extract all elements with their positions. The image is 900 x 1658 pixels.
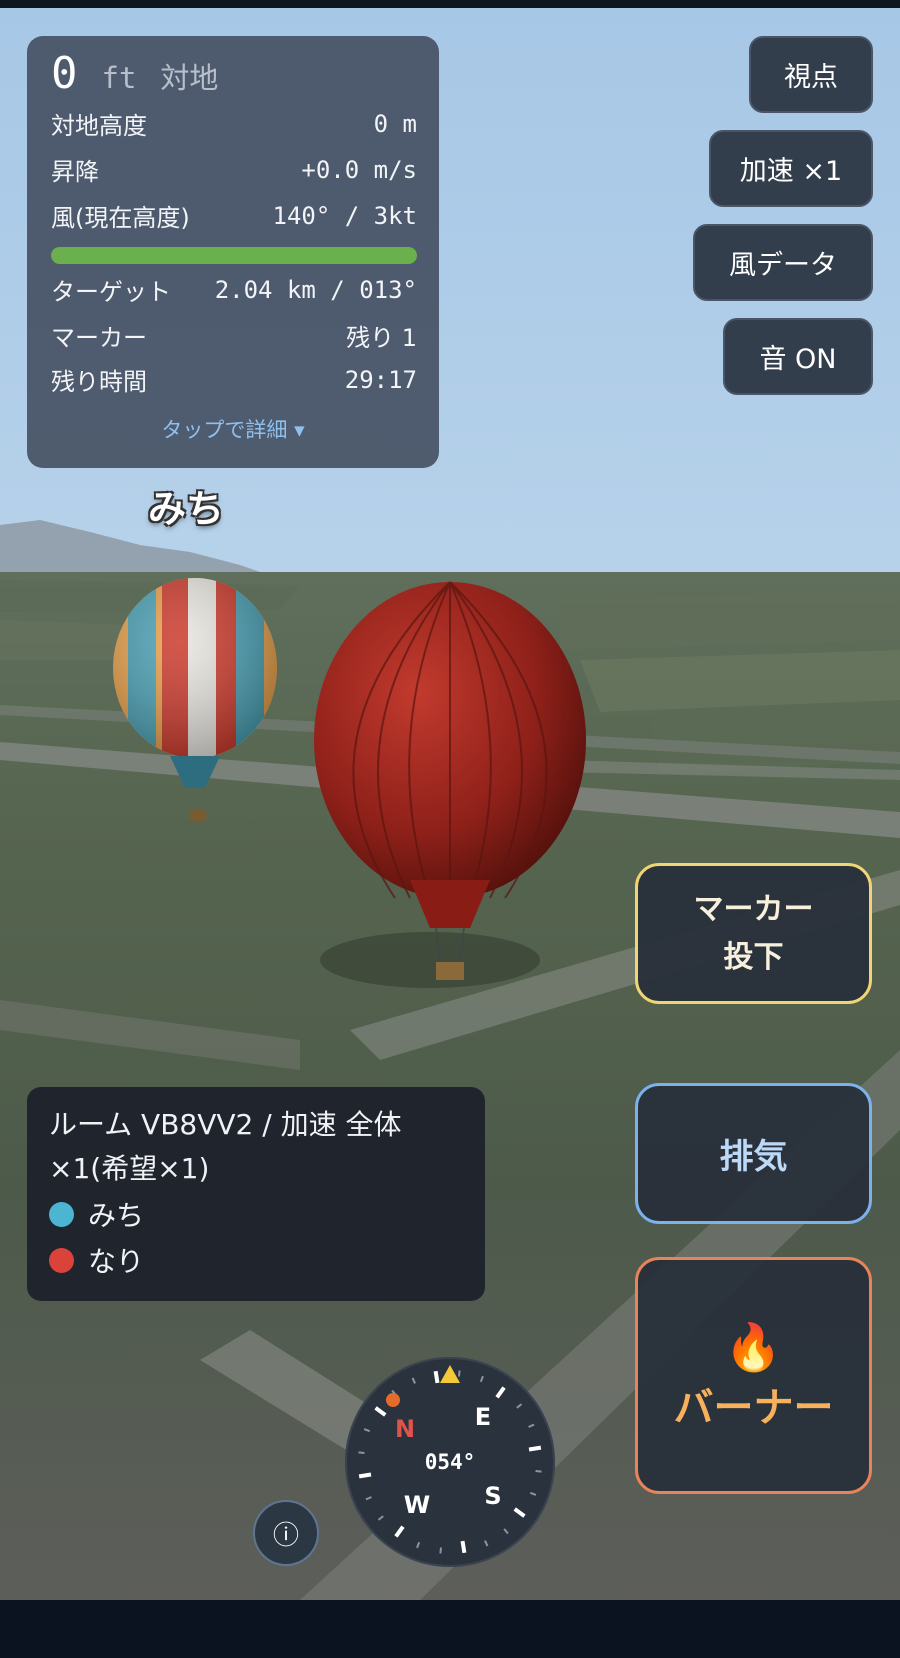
compass-tick bbox=[528, 1445, 542, 1452]
player-color-dot bbox=[49, 1247, 74, 1273]
altitude-value: 0 bbox=[51, 48, 78, 99]
balloon-shadow bbox=[320, 932, 540, 988]
marker-drop-label-1: マーカー bbox=[693, 891, 814, 927]
compass-w: W bbox=[404, 1491, 430, 1519]
time-value: 29:17 bbox=[344, 365, 417, 394]
compass-tick bbox=[535, 1469, 542, 1473]
marker-drop-label-2: 投下 bbox=[723, 939, 784, 975]
player-list-item: みち bbox=[49, 1191, 463, 1237]
marker-drop-button[interactable]: マーカー 投下 bbox=[635, 863, 872, 1004]
exhaust-label: 排気 bbox=[719, 1137, 788, 1177]
compass-tick bbox=[358, 1472, 372, 1479]
progress-bar bbox=[51, 247, 417, 264]
wind-label: 風(現在高度) bbox=[51, 204, 190, 232]
altitude-readout: 0 ft 対地 bbox=[51, 48, 218, 99]
altitude-reference: 対地 bbox=[160, 61, 219, 95]
target-marker-icon bbox=[386, 1393, 400, 1407]
compass-n: N bbox=[395, 1415, 415, 1443]
compass-s: S bbox=[484, 1482, 501, 1510]
wind-data-button[interactable]: 風データ bbox=[693, 224, 873, 301]
viewpoint-button[interactable]: 視点 bbox=[749, 36, 873, 113]
target-row: ターゲット 2.04 km / 013° bbox=[51, 272, 417, 307]
target-value: 2.04 km / 013° bbox=[214, 275, 417, 304]
vario-row: 昇降 +0.0 m/s bbox=[51, 152, 417, 187]
agl-label: 対地高度 bbox=[51, 112, 147, 140]
player-name-label: みち bbox=[148, 487, 225, 531]
compass-tick bbox=[358, 1451, 365, 1455]
marker-label: マーカー bbox=[51, 324, 147, 352]
sound-toggle-button[interactable]: 音 ON bbox=[723, 318, 873, 395]
compass-e: E bbox=[475, 1403, 491, 1431]
info-icon: ⓘ bbox=[272, 1520, 299, 1551]
altitude-unit: ft bbox=[101, 61, 137, 95]
room-title: ルーム VB8VV2 / 加速 全体 ×1(希望×1) bbox=[49, 1108, 402, 1185]
exhaust-button[interactable]: 排気 bbox=[635, 1083, 872, 1224]
time-label: 残り時間 bbox=[51, 368, 147, 396]
wind-value: 140° / 3kt bbox=[272, 201, 418, 230]
compass: N E S W 054° bbox=[345, 1357, 555, 1567]
marker-value: 残り 1 bbox=[346, 324, 417, 352]
compass-tick bbox=[460, 1540, 467, 1554]
flight-info-panel[interactable]: 0 ft 対地 対地高度 0 m 昇降 +0.0 m/s 風(現在高度) 140… bbox=[27, 36, 439, 468]
agl-value: 0 m bbox=[373, 109, 417, 138]
burner-button[interactable]: 🔥 バーナー bbox=[635, 1257, 872, 1494]
speed-button[interactable]: 加速 ×1 bbox=[709, 130, 873, 207]
flame-icon: 🔥 bbox=[724, 1319, 783, 1374]
marker-row: マーカー 残り 1 bbox=[51, 318, 417, 353]
tap-for-details-link[interactable]: タップで詳細 ▾ bbox=[27, 414, 439, 444]
vario-value: +0.0 m/s bbox=[301, 155, 417, 184]
info-button[interactable]: ⓘ bbox=[253, 1500, 319, 1566]
burner-label: バーナー bbox=[673, 1384, 834, 1431]
time-row: 残り時間 29:17 bbox=[51, 362, 417, 397]
compass-tick bbox=[433, 1370, 440, 1384]
compass-tick bbox=[439, 1547, 443, 1554]
bottom-navigation-bar bbox=[0, 1600, 900, 1658]
room-panel: ルーム VB8VV2 / 加速 全体 ×1(希望×1) みち なり bbox=[27, 1087, 485, 1301]
player-list-item: なり bbox=[49, 1237, 463, 1283]
vario-label: 昇降 bbox=[51, 158, 99, 186]
player-name: みち bbox=[88, 1199, 145, 1232]
status-bar bbox=[0, 0, 900, 8]
compass-tick bbox=[457, 1370, 461, 1377]
compass-heading: 054° bbox=[425, 1450, 476, 1474]
player-name: なり bbox=[88, 1245, 145, 1278]
target-label: ターゲット bbox=[51, 278, 171, 306]
agl-row: 対地高度 0 m bbox=[51, 106, 417, 141]
wind-row: 風(現在高度) 140° / 3kt bbox=[51, 198, 417, 233]
player-color-dot bbox=[49, 1201, 74, 1227]
